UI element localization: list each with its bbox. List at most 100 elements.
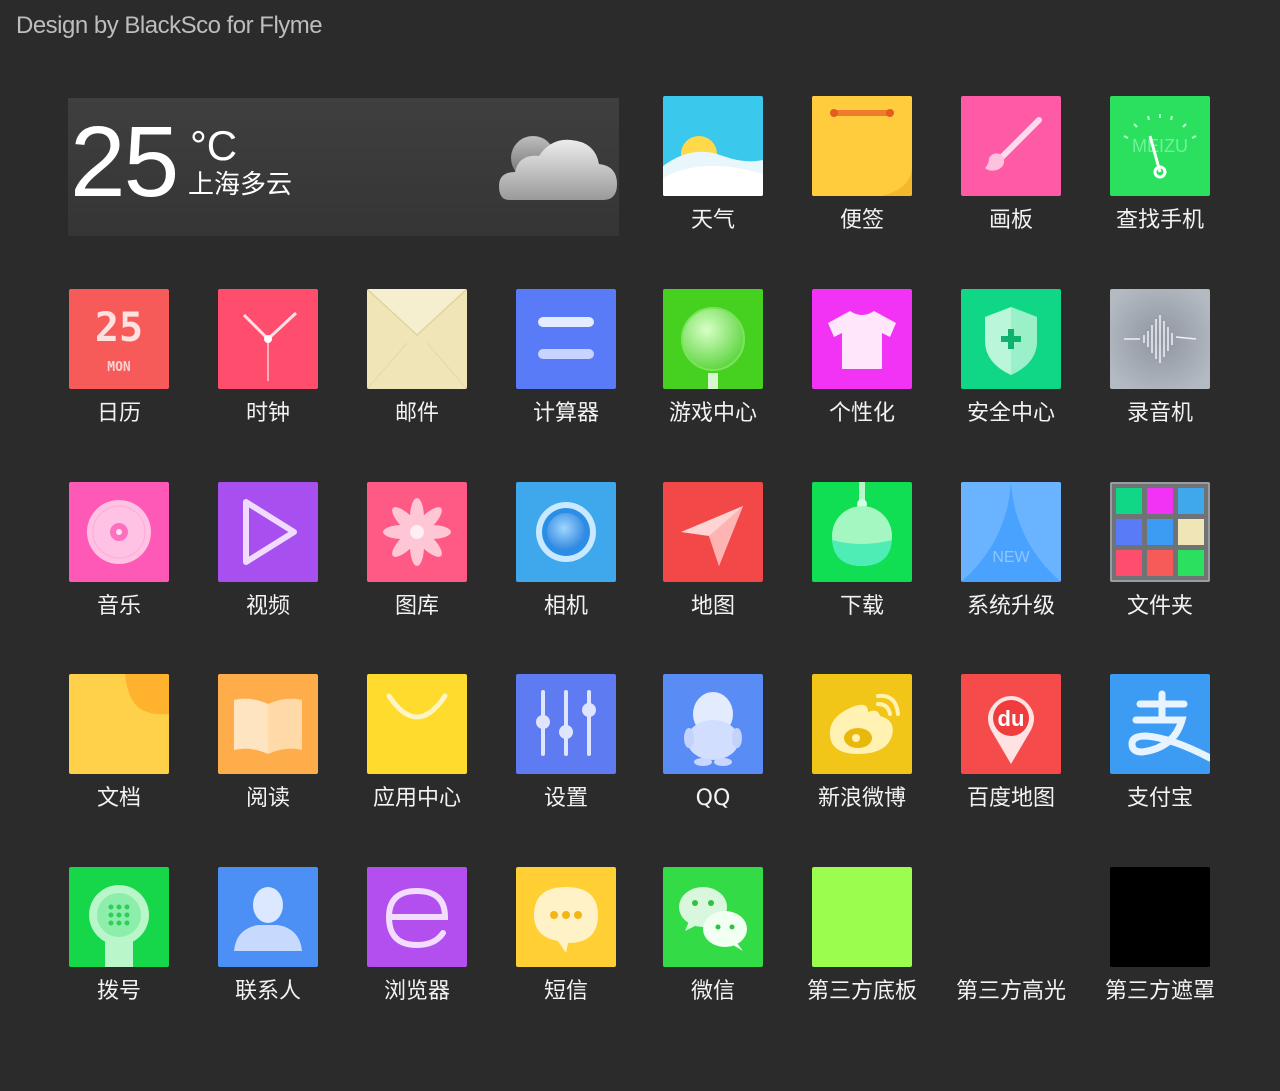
- app-download[interactable]: 下载: [787, 482, 937, 672]
- meizu-brand: MEIZU: [1132, 136, 1188, 156]
- app-thirdparty-base[interactable]: 第三方底板: [787, 867, 937, 1057]
- weather-widget[interactable]: 25 °C 上海多云: [68, 98, 619, 236]
- app-label: 计算器: [532, 401, 599, 426]
- phone-dial-icon: [69, 867, 169, 967]
- app-label: 阅读: [245, 786, 290, 811]
- waveform-icon: [1110, 289, 1210, 389]
- app-label: 第三方底板: [806, 979, 917, 1004]
- tshirt-icon: [812, 289, 912, 389]
- app-label: 短信: [543, 979, 588, 1004]
- app-folder[interactable]: 文件夹: [1085, 482, 1235, 672]
- app-video[interactable]: 视频: [193, 482, 343, 672]
- app-label: 日历: [96, 401, 141, 426]
- app-calculator[interactable]: 计算器: [491, 289, 641, 479]
- app-appcenter[interactable]: 应用中心: [342, 674, 492, 864]
- penguin-icon: [663, 674, 763, 774]
- app-dialer[interactable]: 拨号: [44, 867, 194, 1057]
- app-music[interactable]: 音乐: [44, 482, 194, 672]
- app-label: 微信: [690, 979, 735, 1004]
- disc-icon: [69, 482, 169, 582]
- app-label: 联系人: [234, 979, 301, 1004]
- highlight-icon: [961, 867, 1061, 967]
- curtain-icon: NEW: [961, 482, 1061, 582]
- app-theme[interactable]: 个性化: [787, 289, 937, 479]
- calendar-day: 25: [95, 305, 143, 351]
- app-label: 邮件: [394, 401, 439, 426]
- mask-icon: [1110, 867, 1210, 967]
- app-thirdparty-mask[interactable]: 第三方遮罩: [1085, 867, 1235, 1057]
- app-paint[interactable]: 画板: [936, 96, 1086, 286]
- app-thirdparty-highlight[interactable]: 第三方高光: [936, 867, 1086, 1057]
- app-mail[interactable]: 邮件: [342, 289, 492, 479]
- app-wechat[interactable]: 微信: [638, 867, 788, 1057]
- chat-bubble-icon: [516, 867, 616, 967]
- calculator-icon: [516, 289, 616, 389]
- app-docs[interactable]: 文档: [44, 674, 194, 864]
- app-qq[interactable]: QQ: [638, 674, 788, 864]
- app-notes[interactable]: 便签: [787, 96, 937, 286]
- person-icon: [218, 867, 318, 967]
- app-label: 视频: [245, 594, 290, 619]
- baidu-mark: du: [998, 706, 1025, 731]
- app-label: 天气: [690, 208, 735, 233]
- app-browser[interactable]: 浏览器: [342, 867, 492, 1057]
- app-security[interactable]: 安全中心: [936, 289, 1086, 479]
- app-gamecenter[interactable]: 游戏中心: [638, 289, 788, 479]
- app-recorder[interactable]: 录音机: [1085, 289, 1235, 479]
- app-settings[interactable]: 设置: [491, 674, 641, 864]
- app-gallery[interactable]: 图库: [342, 482, 492, 672]
- app-calendar[interactable]: 25 MON 日历: [44, 289, 194, 479]
- app-baidumap[interactable]: du 百度地图: [936, 674, 1086, 864]
- app-contacts[interactable]: 联系人: [193, 867, 343, 1057]
- cloud-icon: [499, 124, 619, 210]
- app-label: 百度地图: [966, 786, 1055, 811]
- app-label: 录音机: [1126, 401, 1193, 426]
- app-label: 游戏中心: [668, 401, 757, 426]
- weather-icon: [663, 96, 763, 196]
- app-camera[interactable]: 相机: [491, 482, 641, 672]
- app-label: 设置: [543, 786, 588, 811]
- calendar-weekday: MON: [107, 360, 131, 375]
- weibo-icon: [812, 674, 912, 774]
- app-reader[interactable]: 阅读: [193, 674, 343, 864]
- alipay-icon: [1110, 674, 1210, 774]
- temperature-unit: °C: [190, 122, 238, 169]
- app-label: 系统升级: [966, 594, 1055, 619]
- calendar-icon: 25 MON: [69, 289, 169, 389]
- app-update[interactable]: NEW 系统升级: [936, 482, 1086, 672]
- app-label: 个性化: [828, 401, 895, 426]
- wechat-icon: [663, 867, 763, 967]
- app-maps[interactable]: 地图: [638, 482, 788, 672]
- app-label: 支付宝: [1126, 786, 1193, 811]
- app-weibo[interactable]: 新浪微博: [787, 674, 937, 864]
- app-sms[interactable]: 短信: [491, 867, 641, 1057]
- app-alipay[interactable]: 支付宝: [1085, 674, 1235, 864]
- app-label: 文档: [96, 786, 141, 811]
- app-findphone[interactable]: MEIZU 查找手机: [1085, 96, 1235, 286]
- app-label: 查找手机: [1115, 208, 1204, 233]
- app-label: 安全中心: [966, 401, 1055, 426]
- app-label: 新浪微博: [817, 786, 906, 811]
- base-plate-icon: [812, 867, 912, 967]
- app-label: 下载: [839, 594, 884, 619]
- flask-icon: [812, 482, 912, 582]
- app-label: 便签: [839, 208, 884, 233]
- app-weather[interactable]: 天气: [638, 96, 788, 286]
- book-icon: [218, 674, 318, 774]
- sliders-icon: [516, 674, 616, 774]
- play-icon: [218, 482, 318, 582]
- app-label: 时钟: [245, 401, 290, 426]
- app-label: 拨号: [96, 979, 141, 1004]
- paintbrush-icon: [961, 96, 1061, 196]
- app-label: 应用中心: [372, 786, 461, 811]
- clock-icon: [218, 289, 318, 389]
- temperature-value: 25: [70, 106, 179, 218]
- flower-icon: [367, 482, 467, 582]
- e-browser-icon: [367, 867, 467, 967]
- app-clock[interactable]: 时钟: [193, 289, 343, 479]
- weather-city-condition: 上海多云: [188, 170, 293, 200]
- app-label: QQ: [695, 786, 731, 811]
- compass-icon: MEIZU: [1110, 96, 1210, 196]
- designer-credit: Design by BlackSco for Flyme: [16, 12, 323, 39]
- app-label: 第三方高光: [955, 979, 1066, 1004]
